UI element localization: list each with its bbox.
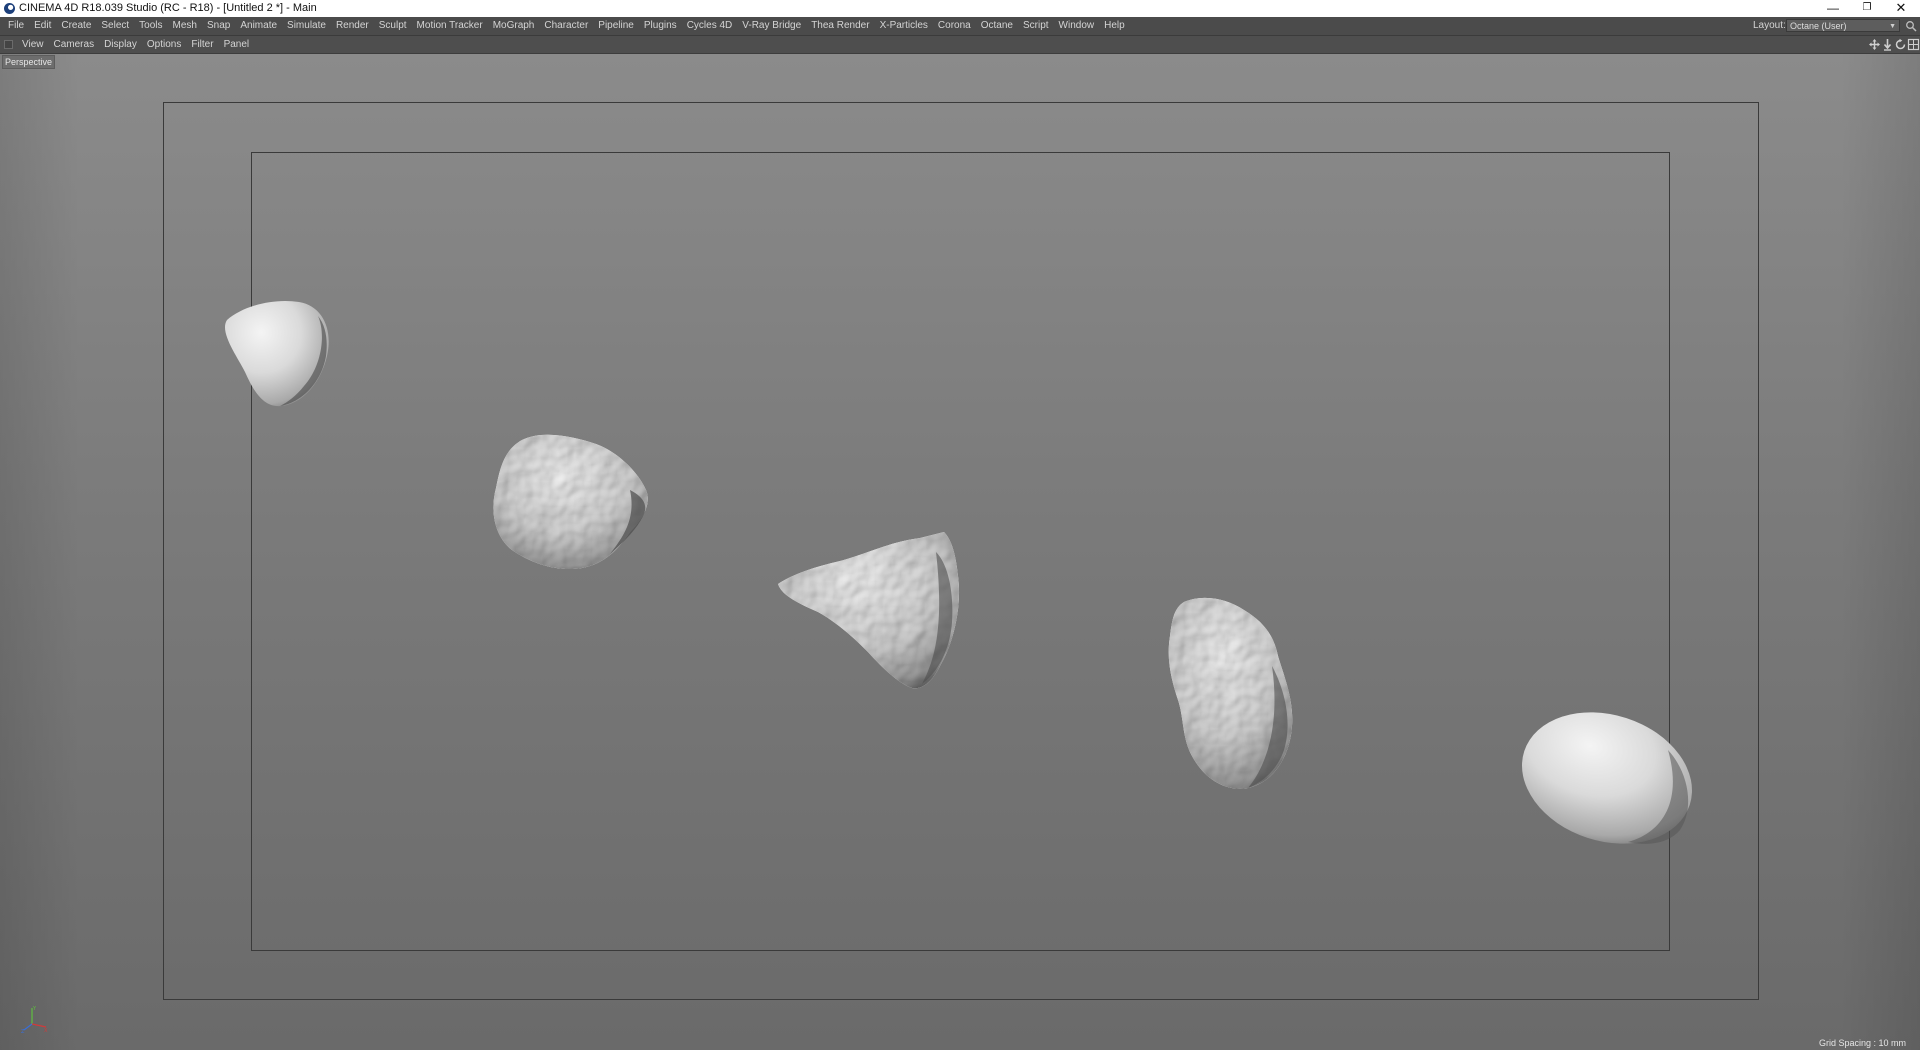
- menu-window[interactable]: Window: [1054, 17, 1100, 35]
- panel-grip-icon[interactable]: [4, 40, 13, 49]
- viewport-navigation: [1868, 38, 1920, 51]
- menu-render[interactable]: Render: [331, 17, 374, 35]
- search-icon[interactable]: [1905, 20, 1917, 32]
- menu-select[interactable]: Select: [96, 17, 134, 35]
- menu-tools[interactable]: Tools: [134, 17, 167, 35]
- title-bar: CINEMA 4D R18.039 Studio (RC - R18) - [U…: [0, 0, 1920, 17]
- viewport-menu-bar: View Cameras Display Options Filter Panel: [0, 36, 1920, 54]
- restore-button[interactable]: ❐: [1850, 0, 1884, 17]
- menu-mograph[interactable]: MoGraph: [488, 17, 540, 35]
- main-menu-items: File Edit Create Select Tools Mesh Snap Animate…: [3, 17, 1130, 35]
- viewport-menu-cameras[interactable]: Cameras: [49, 36, 100, 53]
- viewport-menu-view[interactable]: View: [17, 36, 49, 53]
- rotate-view-icon[interactable]: [1894, 38, 1907, 51]
- grid-spacing-label: Grid Spacing : 10 mm: [1818, 1038, 1906, 1048]
- viewport-menu-items: View Cameras Display Options Filter Panel: [17, 36, 254, 53]
- minimize-button[interactable]: —: [1816, 0, 1850, 17]
- menu-pipeline[interactable]: Pipeline: [593, 17, 639, 35]
- viewport-menu-options[interactable]: Options: [142, 36, 186, 53]
- axis-z-label: Z: [21, 1029, 25, 1034]
- layout-dropdown-value: Octane (User): [1790, 21, 1847, 31]
- layout-label: Layout:: [1753, 20, 1786, 31]
- chevron-down-icon: ▼: [1889, 23, 1896, 30]
- menu-x-particles[interactable]: X-Particles: [875, 17, 933, 35]
- menu-corona[interactable]: Corona: [933, 17, 976, 35]
- menu-thea-render[interactable]: Thea Render: [806, 17, 874, 35]
- rock-4[interactable]: [1168, 596, 1296, 790]
- viewport-menu-filter[interactable]: Filter: [186, 36, 218, 53]
- world-axis-icon: Y X Z: [21, 1006, 48, 1034]
- viewport-menu-panel[interactable]: Panel: [219, 36, 255, 53]
- zoom-view-icon[interactable]: [1881, 38, 1894, 51]
- menu-create[interactable]: Create: [56, 17, 96, 35]
- move-view-icon[interactable]: [1868, 38, 1881, 51]
- axis-y-label: Y: [32, 1006, 37, 1012]
- window-title: CINEMA 4D R18.039 Studio (RC - R18) - [U…: [19, 2, 317, 14]
- menu-plugins[interactable]: Plugins: [639, 17, 682, 35]
- menu-file[interactable]: File: [3, 17, 29, 35]
- menu-cycles-4d[interactable]: Cycles 4D: [682, 17, 738, 35]
- main-menu-bar: File Edit Create Select Tools Mesh Snap Animate…: [0, 17, 1920, 36]
- viewport-menu-display[interactable]: Display: [99, 36, 142, 53]
- menu-simulate[interactable]: Simulate: [282, 17, 331, 35]
- menu-sculpt[interactable]: Sculpt: [374, 17, 412, 35]
- rock-3[interactable]: [776, 532, 962, 692]
- menu-script[interactable]: Script: [1018, 17, 1054, 35]
- toggle-layout-icon[interactable]: [1907, 38, 1920, 51]
- menu-edit[interactable]: Edit: [29, 17, 56, 35]
- menu-mesh[interactable]: Mesh: [168, 17, 202, 35]
- menu-octane[interactable]: Octane: [976, 17, 1018, 35]
- perspective-viewport[interactable]: Perspective Y X Z Grid Spacing: 10 mm: [0, 54, 1920, 1050]
- layout-dropdown[interactable]: Octane (User) ▼: [1786, 19, 1900, 32]
- rock-1[interactable]: [222, 300, 334, 412]
- menu-motion-tracker[interactable]: Motion Tracker: [412, 17, 488, 35]
- menu-snap[interactable]: Snap: [202, 17, 235, 35]
- axis-x-label: X: [44, 1028, 48, 1034]
- camera-label: Perspective: [2, 55, 56, 69]
- menu-v-ray-bridge[interactable]: V-Ray Bridge: [737, 17, 806, 35]
- rock-2[interactable]: [492, 432, 652, 572]
- menu-animate[interactable]: Animate: [235, 17, 282, 35]
- close-button[interactable]: ✕: [1884, 0, 1918, 17]
- rock-5[interactable]: [1518, 710, 1696, 846]
- cinema4d-logo-icon: [4, 3, 15, 14]
- menu-character[interactable]: Character: [539, 17, 593, 35]
- menu-help[interactable]: Help: [1099, 17, 1130, 35]
- cinema4d-window: CINEMA 4D R18.039 Studio (RC - R18) - [U…: [0, 0, 1920, 1050]
